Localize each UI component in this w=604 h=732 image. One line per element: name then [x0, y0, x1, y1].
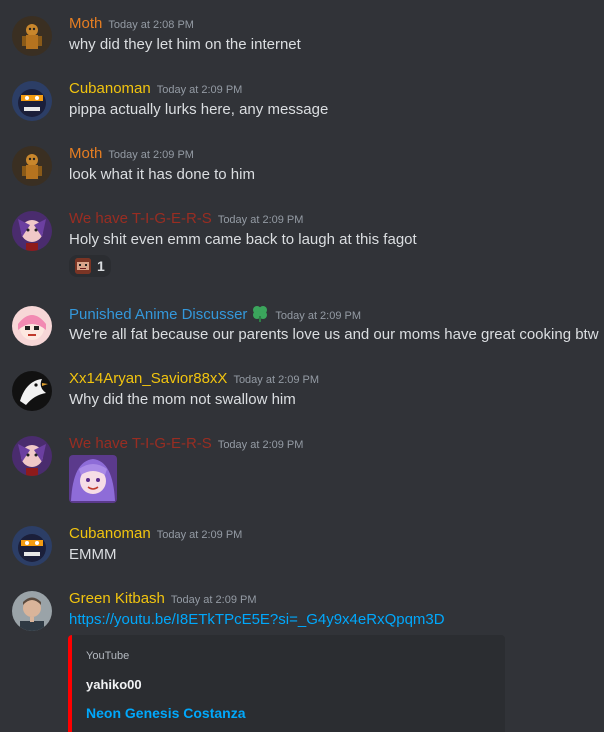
reaction-count: 1: [97, 258, 105, 274]
tigers-avatar-icon[interactable]: [12, 211, 52, 251]
bird-avatar-icon[interactable]: [12, 371, 52, 411]
message: Cubanoman Today at 2:09 PM pippa actually…: [0, 79, 604, 123]
man-portrait-avatar-icon[interactable]: [12, 591, 52, 631]
message-text: Holy shit even emm came back to laugh at…: [69, 231, 417, 248]
timestamp[interactable]: Today at 2:09 PM: [233, 374, 319, 386]
message-header: Cubanoman Today at 2:09 PM: [69, 79, 242, 100]
message-header: We have T-I-G-E-R-S Today at 2:09 PM: [69, 209, 303, 230]
purple-hair-girl-sticker-icon[interactable]: [69, 455, 117, 503]
embed-provider[interactable]: YouTube: [86, 650, 129, 662]
timestamp[interactable]: Today at 2:09 PM: [218, 214, 304, 226]
cubanoman-avatar-icon[interactable]: [12, 81, 52, 121]
message-text: look what it has done to him: [69, 166, 255, 183]
message-text: Why did the mom not swallow him: [69, 391, 296, 408]
timestamp[interactable]: Today at 2:09 PM: [275, 310, 361, 322]
message: Cubanoman Today at 2:09 PM EMMM: [0, 524, 604, 568]
message: Punished Anime Discusser Today at 2:09 PM…: [0, 304, 604, 348]
username[interactable]: Xx14Aryan_Savior88xX: [69, 370, 227, 387]
timestamp[interactable]: Today at 2:09 PM: [108, 149, 194, 161]
username[interactable]: Moth: [69, 145, 102, 162]
moth-avatar-icon[interactable]: [12, 16, 52, 56]
cubanoman-avatar-icon[interactable]: [12, 526, 52, 566]
reaction[interactable]: 1: [69, 255, 111, 277]
youtube-link[interactable]: https://youtu.be/I8ETkTPcE5E?si=_G4y9x4e…: [69, 610, 445, 630]
timestamp[interactable]: Today at 2:09 PM: [171, 594, 257, 606]
moth-avatar-icon[interactable]: [12, 146, 52, 186]
anime-girl-avatar-icon[interactable]: [12, 306, 52, 346]
message-text: EMMM: [69, 546, 117, 563]
timestamp[interactable]: Today at 2:08 PM: [108, 19, 194, 31]
username[interactable]: Punished Anime Discusser: [69, 306, 247, 323]
message: Green Kitbash Today at 2:09 PM https://yo…: [0, 589, 604, 732]
username[interactable]: Cubanoman: [69, 80, 151, 97]
message: We have T-I-G-E-R-S Today at 2:09 PM Holy…: [0, 209, 604, 279]
message-header: Moth Today at 2:09 PM: [69, 144, 194, 165]
message-header: Green Kitbash Today at 2:09 PM: [69, 589, 257, 610]
message-header: Moth Today at 2:08 PM: [69, 14, 194, 35]
chat-message-list: Moth Today at 2:08 PM why did they let hi…: [0, 0, 604, 732]
timestamp[interactable]: Today at 2:09 PM: [218, 439, 304, 451]
embed-author[interactable]: yahiko00: [86, 677, 142, 692]
username[interactable]: Green Kitbash: [69, 590, 165, 607]
embed-title[interactable]: Neon Genesis Costanza: [86, 705, 246, 721]
timestamp[interactable]: Today at 2:09 PM: [157, 529, 243, 541]
message: Moth Today at 2:09 PM look what it has do…: [0, 144, 604, 188]
timestamp[interactable]: Today at 2:09 PM: [157, 84, 243, 96]
message-header: Xx14Aryan_Savior88xX Today at 2:09 PM: [69, 369, 319, 390]
tigers-avatar-icon[interactable]: [12, 436, 52, 476]
username[interactable]: We have T-I-G-E-R-S: [69, 435, 212, 452]
face-emoji-icon: [75, 258, 91, 274]
username[interactable]: Moth: [69, 15, 102, 32]
message: We have T-I-G-E-R-S Today at 2:09 PM: [0, 434, 604, 506]
username[interactable]: We have T-I-G-E-R-S: [69, 210, 212, 227]
username[interactable]: Cubanoman: [69, 525, 151, 542]
message-header: Cubanoman Today at 2:09 PM: [69, 524, 242, 545]
message-text: We're all fat because our parents love u…: [69, 326, 599, 343]
message-text: why did they let him on the internet: [69, 36, 301, 53]
message: Xx14Aryan_Savior88xX Today at 2:09 PM Why…: [0, 369, 604, 413]
message-header: We have T-I-G-E-R-S Today at 2:09 PM: [69, 434, 303, 455]
link-embed: YouTube yahiko00 Neon Genesis Costanza: [68, 635, 505, 732]
message: Moth Today at 2:08 PM why did they let hi…: [0, 14, 604, 58]
message-text: pippa actually lurks here, any message: [69, 101, 329, 118]
